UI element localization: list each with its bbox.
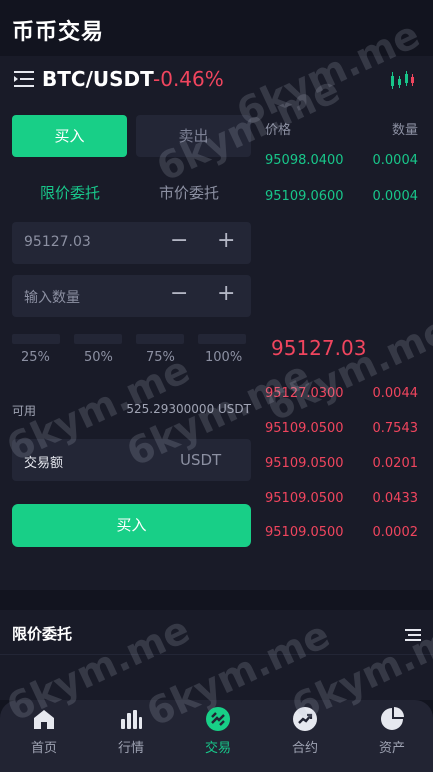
buy-tab[interactable]: 买入: [12, 115, 127, 157]
nav-home[interactable]: 首页: [9, 706, 79, 762]
bid-price[interactable]: 95098.0400: [265, 153, 344, 168]
ask-qty: 0.0044: [372, 386, 419, 401]
home-icon: [34, 710, 54, 729]
ask-qty: 0.0002: [372, 525, 419, 540]
amount-label: 交易额: [24, 456, 64, 471]
available-balance: 525.29300000 USDT: [126, 402, 251, 416]
contract-trend-icon: [293, 707, 317, 731]
ask-price[interactable]: 95127.0300: [265, 386, 344, 401]
nav-trade[interactable]: 交易: [183, 706, 253, 762]
price-decrease-button[interactable]: −: [170, 228, 188, 253]
order-list-icon[interactable]: [405, 627, 421, 641]
nav-trade-label: 交易: [204, 741, 231, 756]
bid-qty: 0.0004: [372, 189, 419, 204]
available-label: 可用: [12, 404, 37, 418]
ask-qty: 0.0201: [372, 456, 419, 471]
orderbook-qty-header: 数量: [391, 123, 418, 138]
divider: [0, 654, 433, 655]
quantity-increase-button[interactable]: +: [217, 281, 235, 306]
ask-price[interactable]: 95109.0500: [265, 456, 344, 471]
nav-assets-label: 资产: [378, 741, 405, 756]
trading-pair[interactable]: BTC/USDT: [42, 67, 154, 91]
page-title: 币币交易: [12, 20, 105, 45]
quantity-input[interactable]: 输入数量 − +: [12, 275, 251, 317]
quantity-decrease-button[interactable]: −: [170, 281, 188, 306]
amount-unit: USDT: [180, 451, 222, 469]
orders-section-title: 限价委托: [12, 625, 73, 643]
ask-qty: 0.0433: [372, 491, 419, 506]
nav-market-label: 行情: [117, 741, 144, 756]
market-bars-icon: [121, 710, 142, 729]
amount-field[interactable]: 交易额 USDT: [12, 439, 251, 481]
kline-chart-icon[interactable]: [389, 68, 415, 90]
bid-price[interactable]: 95109.0600: [265, 189, 344, 204]
ask-price[interactable]: 95109.0500: [265, 491, 344, 506]
nav-contract[interactable]: 合约: [270, 706, 340, 762]
pair-menu-icon[interactable]: [14, 70, 34, 88]
price-input[interactable]: 95127.03 − +: [12, 222, 251, 264]
percent-option-25[interactable]: 25%: [21, 350, 50, 365]
nav-contract-label: 合约: [291, 741, 318, 756]
price-increase-button[interactable]: +: [217, 228, 235, 253]
percent-slider-segment[interactable]: [74, 334, 122, 344]
nav-home-label: 首页: [30, 741, 57, 756]
nav-assets[interactable]: 资产: [357, 706, 427, 762]
last-price: 95127.03: [271, 336, 367, 360]
submit-buy-button[interactable]: 买入: [12, 504, 251, 547]
percent-option-50[interactable]: 50%: [84, 350, 113, 365]
ask-price[interactable]: 95109.0500: [265, 421, 344, 436]
orderbook-price-header: 价格: [265, 123, 292, 138]
sell-tab[interactable]: 卖出: [136, 115, 251, 157]
ask-price[interactable]: 95109.0500: [265, 525, 344, 540]
trade-icon: [206, 707, 230, 731]
assets-pie-icon: [381, 707, 404, 730]
percent-slider-segment[interactable]: [198, 334, 246, 344]
bid-qty: 0.0004: [372, 153, 419, 168]
percent-option-100[interactable]: 100%: [205, 350, 242, 365]
tab-market-order[interactable]: 市价委托: [159, 182, 219, 203]
percent-option-75[interactable]: 75%: [146, 350, 175, 365]
ask-qty: 0.7543: [372, 421, 419, 436]
percent-slider-segment[interactable]: [136, 334, 184, 344]
quantity-placeholder[interactable]: 输入数量: [24, 287, 80, 307]
price-value[interactable]: 95127.03: [24, 234, 91, 250]
nav-market[interactable]: 行情: [96, 706, 166, 762]
price-change: -0.46%: [153, 67, 224, 91]
percent-slider-segment[interactable]: [12, 334, 60, 344]
tab-limit-order[interactable]: 限价委托: [40, 182, 100, 203]
